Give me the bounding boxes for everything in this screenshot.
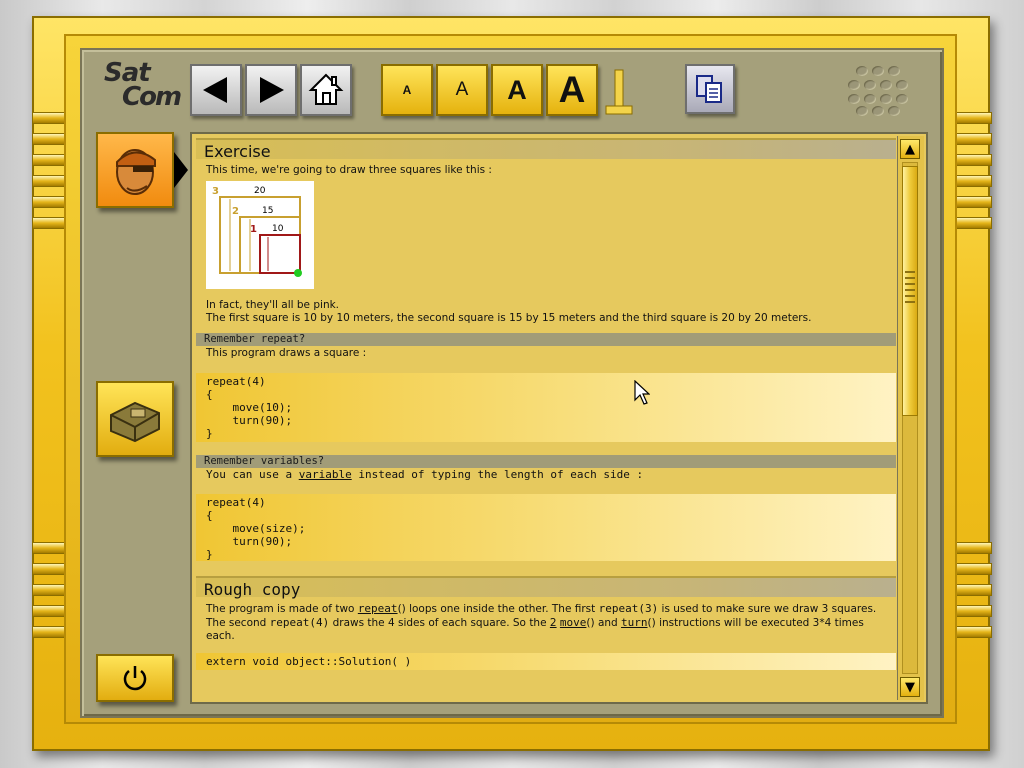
satcom-logo: Sat Com: [100, 58, 182, 120]
exercise-heading: Exercise: [196, 138, 896, 161]
font-size-2-button[interactable]: A: [436, 64, 488, 116]
turn-link[interactable]: turn: [621, 616, 648, 629]
right-top-ridges: [952, 112, 992, 238]
rough-text-1: The program is made of two: [206, 603, 358, 615]
scroll-up-button[interactable]: ▲: [900, 139, 920, 159]
square-2: [239, 216, 301, 274]
remember-variables-heading: Remember variables?: [196, 455, 896, 468]
font-size-slider-icon[interactable]: [602, 66, 636, 118]
font-size-4-button[interactable]: A: [546, 64, 598, 116]
label-10: 10: [272, 224, 284, 234]
code-block-solution: extern void object::Solution( ): [196, 653, 896, 670]
rough-text-4: draws the 4 sides of each square. So the: [329, 617, 550, 629]
selected-indicator-arrow-icon: [174, 152, 188, 188]
rough-code-a: repeat(3): [598, 602, 659, 615]
font-size-1-button[interactable]: A: [381, 64, 433, 116]
rough-text-2: () loops one inside the other. The first: [397, 603, 599, 615]
variables-text-b: instead of typing the length of each sid…: [351, 468, 644, 481]
rough-text-5: () and: [586, 617, 622, 629]
home-icon: [308, 73, 344, 105]
power-button[interactable]: [96, 654, 174, 702]
variable-link[interactable]: variable: [299, 468, 352, 481]
code-block-square: repeat(4) { move(10); turn(90); }: [196, 373, 896, 442]
label-1: 1: [250, 224, 257, 235]
font-size-4-label: A: [558, 69, 586, 110]
repeat-description: This program draws a square :: [206, 347, 367, 359]
help-document: Exercise This time, we're going to draw …: [196, 138, 896, 698]
label-15: 15: [262, 206, 273, 216]
rough-num-link[interactable]: 2: [550, 617, 557, 629]
variables-text-a: You can use a: [206, 468, 299, 481]
code-block-variable: repeat(4) { move(size); turn(90); }: [196, 494, 896, 561]
power-icon: [123, 666, 147, 691]
squares-figure: 3 20 2 15 1 10: [206, 181, 314, 289]
vertical-scrollbar[interactable]: ▲ ▼: [897, 136, 924, 700]
book-button[interactable]: [96, 381, 174, 457]
up-arrow-icon: ▲: [905, 141, 915, 157]
remember-repeat-heading: Remember repeat?: [196, 333, 896, 346]
home-button[interactable]: [300, 64, 352, 116]
logo-line2: Com: [122, 82, 182, 112]
label-3: 3: [212, 186, 219, 197]
back-button[interactable]: [190, 64, 242, 116]
label-20: 20: [254, 186, 266, 196]
scroll-thumb[interactable]: [902, 166, 918, 416]
speaker-dots: [846, 66, 916, 118]
avatar-button[interactable]: [96, 132, 174, 208]
back-arrow-icon: [203, 77, 227, 103]
square-1: [259, 234, 301, 274]
right-bottom-ridges: [952, 542, 992, 647]
copy-clipboard-icon: [696, 75, 722, 103]
font-size-3-button[interactable]: A: [491, 64, 543, 116]
copy-button[interactable]: [685, 64, 735, 114]
forward-button[interactable]: [245, 64, 297, 116]
book-icon: [110, 401, 160, 443]
pink-line: In fact, they'll all be pink.: [206, 299, 340, 311]
scroll-down-button[interactable]: ▼: [900, 677, 920, 697]
robot-head-icon: [116, 149, 156, 195]
font-size-1-label: A: [402, 83, 412, 97]
font-size-2-label: A: [455, 79, 469, 100]
sizes-line: The first square is 10 by 10 meters, the…: [206, 312, 812, 324]
help-content-panel: Exercise This time, we're going to draw …: [190, 132, 928, 704]
repeat-link[interactable]: repeat: [358, 602, 398, 615]
forward-arrow-icon: [260, 77, 284, 103]
down-arrow-icon: ▼: [905, 679, 915, 695]
move-link[interactable]: move: [560, 616, 587, 629]
rough-copy-paragraph: The program is made of two repeat() loop…: [196, 602, 896, 643]
rough-code-b: repeat(4): [269, 616, 330, 629]
mouse-cursor-icon: [634, 380, 650, 405]
start-dot: [294, 269, 302, 277]
exercise-intro: This time, we're going to draw three squ…: [206, 164, 492, 176]
variables-line: You can use a variable instead of typing…: [196, 468, 896, 481]
label-2: 2: [232, 206, 239, 217]
rough-copy-heading: Rough copy: [196, 576, 896, 599]
font-size-3-label: A: [507, 74, 527, 105]
